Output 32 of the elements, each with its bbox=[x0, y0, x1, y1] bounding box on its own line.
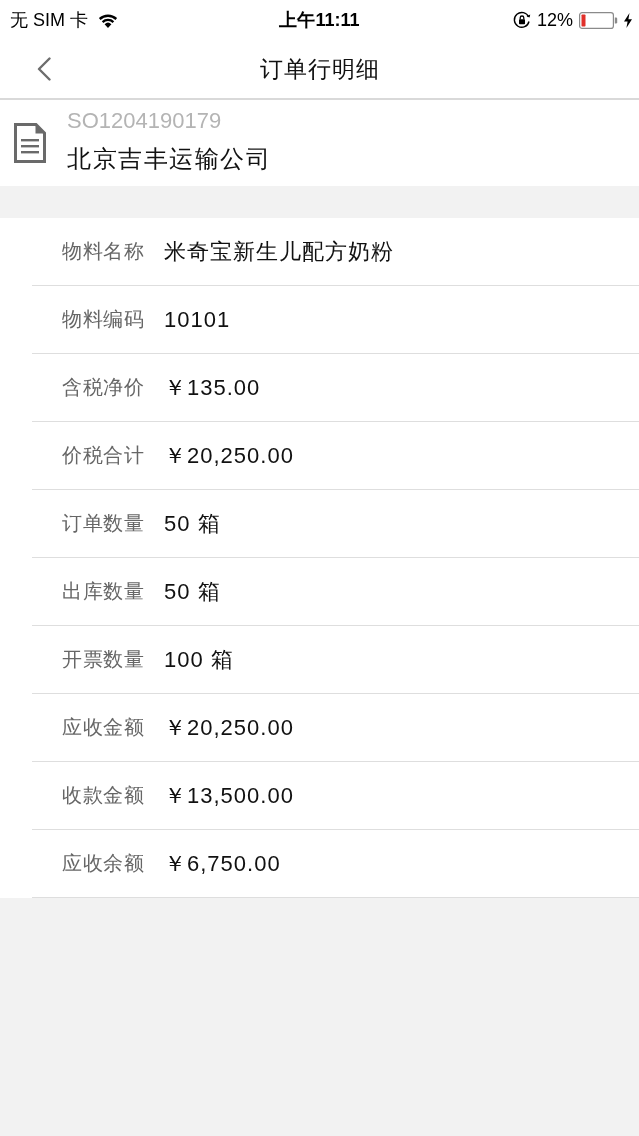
battery-percentage: 12% bbox=[536, 9, 573, 31]
field-label: 物料编码 bbox=[62, 307, 144, 332]
field-value: ￥6,750.00 bbox=[164, 849, 281, 878]
customer-name: 北京吉丰运输公司 bbox=[67, 144, 271, 174]
field-value: 米奇宝新生儿配方奶粉 bbox=[164, 237, 394, 266]
carrier-name: 无 SIM 卡 bbox=[10, 9, 88, 32]
back-chevron-icon bbox=[37, 57, 51, 81]
wifi-icon bbox=[98, 12, 118, 28]
order-number: SO1204190179 bbox=[67, 108, 222, 134]
field-label: 订单数量 bbox=[62, 511, 144, 536]
field-value: 10101 bbox=[164, 306, 231, 333]
field-label: 应收金额 bbox=[62, 715, 144, 740]
field-value: 50 箱 bbox=[164, 509, 221, 538]
field-value: ￥20,250.00 bbox=[164, 441, 294, 470]
clock-time: 上午11:11 bbox=[279, 9, 360, 32]
page-title: 订单行明细 bbox=[259, 54, 380, 84]
field-value: ￥13,500.00 bbox=[164, 781, 294, 810]
field-value: 100 箱 bbox=[164, 645, 234, 674]
field-label: 含税净价 bbox=[62, 375, 144, 400]
field-value: ￥20,250.00 bbox=[164, 713, 294, 742]
field-label: 开票数量 bbox=[62, 647, 144, 672]
battery-icon bbox=[579, 11, 618, 29]
field-label: 价税合计 bbox=[62, 443, 144, 468]
field-label: 出库数量 bbox=[62, 579, 144, 604]
field-label: 应收余额 bbox=[62, 851, 144, 876]
field-label: 物料名称 bbox=[62, 239, 144, 264]
field-value: ￥135.00 bbox=[164, 373, 261, 402]
charging-bolt-icon bbox=[624, 12, 632, 28]
document-icon bbox=[14, 123, 46, 163]
rotation-lock-icon bbox=[512, 11, 531, 29]
field-value: 50 箱 bbox=[164, 577, 221, 606]
field-label: 收款金额 bbox=[62, 783, 144, 808]
